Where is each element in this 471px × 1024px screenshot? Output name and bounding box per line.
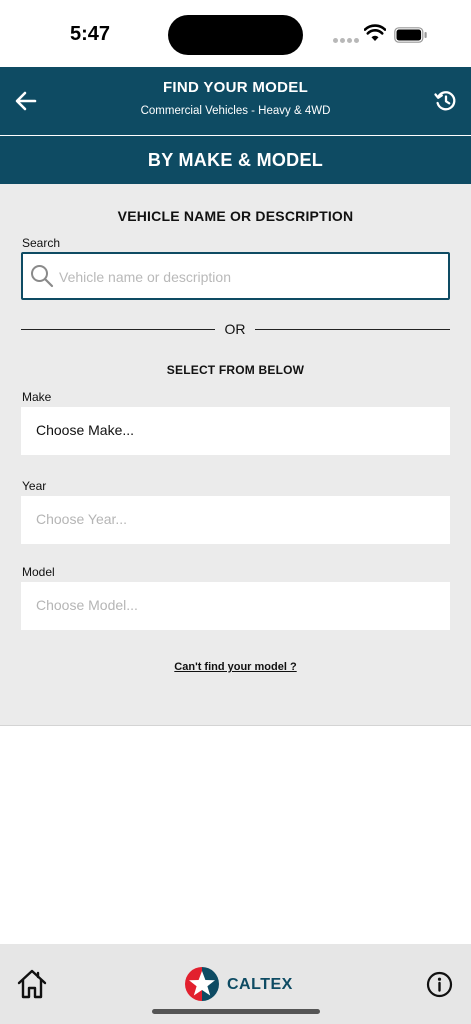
section-title: VEHICLE NAME OR DESCRIPTION	[117, 208, 354, 224]
model-label: Model	[22, 565, 55, 579]
caltex-star-icon	[185, 967, 219, 1001]
caltex-wordmark: CALTEX	[227, 976, 293, 993]
app-header: FIND YOUR MODEL Commercial Vehicles - He…	[0, 67, 471, 135]
search-box[interactable]	[21, 252, 450, 300]
year-select-value: Choose Year...	[36, 511, 128, 527]
status-time: 5:47	[70, 23, 111, 45]
year-select[interactable]: Choose Year...	[21, 496, 450, 544]
model-select[interactable]: Choose Model...	[21, 582, 450, 630]
info-icon[interactable]	[426, 971, 453, 998]
home-icon[interactable]	[16, 968, 48, 1000]
cant-find-model-link[interactable]: Can't find your model ?	[0, 661, 471, 673]
home-indicator[interactable]	[152, 1009, 320, 1014]
or-divider-right	[255, 329, 450, 330]
or-text: OR	[224, 321, 246, 337]
page-subtitle: Commercial Vehicles - Heavy & 4WD	[140, 105, 331, 117]
status-bar: 5:47	[0, 0, 471, 67]
caltex-logo: CALTEX	[184, 966, 294, 1004]
search-input[interactable]	[59, 264, 439, 290]
or-divider-left	[21, 329, 215, 330]
select-title: SELECT FROM BELOW	[166, 363, 305, 377]
search-icon	[31, 265, 54, 288]
cellular-signal-icon	[333, 38, 359, 43]
year-label: Year	[22, 479, 47, 493]
make-label: Make	[22, 390, 52, 404]
history-icon[interactable]	[433, 88, 459, 114]
battery-icon	[394, 27, 427, 43]
page-title: FIND YOUR MODEL	[162, 79, 309, 96]
model-select-value: Choose Model...	[36, 597, 138, 613]
make-select[interactable]: Choose Make...	[21, 407, 450, 455]
tab-by-make-model[interactable]: BY MAKE & MODEL	[0, 150, 471, 171]
bottom-nav-bar: CALTEX	[0, 944, 471, 1024]
tab-bar: BY MAKE & MODEL	[0, 136, 471, 184]
search-label: Search	[22, 236, 61, 250]
make-select-value: Choose Make...	[36, 422, 135, 438]
search-form-panel: VEHICLE NAME OR DESCRIPTION Search OR SE…	[0, 184, 471, 726]
dynamic-island	[168, 15, 303, 55]
wifi-icon	[364, 24, 386, 41]
